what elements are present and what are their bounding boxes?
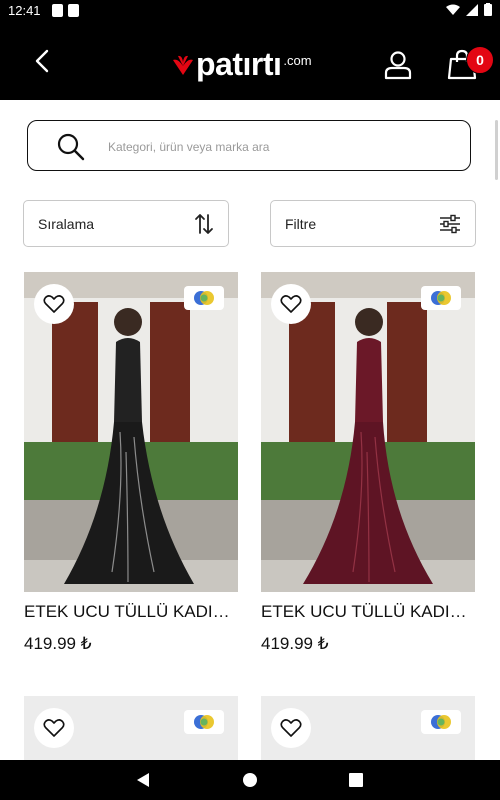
user-account-icon[interactable]: [384, 50, 412, 80]
logo-text: patırtı: [196, 46, 282, 82]
battery-icon: [484, 3, 492, 16]
back-arrow-icon[interactable]: [30, 48, 56, 74]
product-card[interactable]: ETEK UCU TÜLLÜ KADIN… 419.99 ₺: [24, 272, 238, 654]
logo-suffix: .com: [283, 53, 312, 68]
search-icon: [57, 133, 85, 161]
heart-icon: [43, 295, 65, 313]
sort-arrows-icon: [195, 213, 213, 234]
favorite-button[interactable]: [34, 284, 74, 324]
search-bar[interactable]: [27, 120, 471, 171]
heart-icon: [43, 719, 65, 737]
logo-mark-icon: [173, 55, 193, 75]
filter-button[interactable]: Filtre: [270, 200, 476, 247]
nav-home-icon[interactable]: [242, 772, 258, 788]
favorite-button[interactable]: [271, 708, 311, 748]
app-header: patırtı .com 0: [0, 22, 500, 100]
product-image[interactable]: [24, 696, 238, 760]
product-card[interactable]: [261, 696, 475, 760]
heart-icon: [280, 295, 302, 313]
status-time: 12:41: [8, 3, 41, 18]
heart-icon: [280, 719, 302, 737]
payment-badge: [184, 286, 224, 310]
product-price: 419.99 ₺: [24, 634, 92, 653]
scrollbar[interactable]: [495, 120, 498, 180]
payment-badge: [421, 710, 461, 734]
product-card[interactable]: ETEK UCU TÜLLÜ KADIN… 419.99 ₺: [261, 272, 475, 654]
payment-circles-icon: [431, 291, 451, 305]
product-image[interactable]: [261, 696, 475, 760]
signal-icon: [466, 3, 478, 16]
product-image[interactable]: [261, 272, 475, 592]
status-bar: 12:41: [0, 0, 500, 22]
patirti-logo[interactable]: patırtı .com: [172, 44, 312, 80]
payment-badge: [421, 286, 461, 310]
nav-back-icon[interactable]: [136, 772, 150, 788]
sort-label: Sıralama: [38, 215, 95, 232]
product-name[interactable]: ETEK UCU TÜLLÜ KADIN…: [261, 602, 475, 622]
sim-card-icon: [68, 4, 79, 17]
product-name[interactable]: ETEK UCU TÜLLÜ KADIN…: [24, 602, 238, 622]
favorite-button[interactable]: [271, 284, 311, 324]
product-image[interactable]: [24, 272, 238, 592]
payment-badge: [184, 710, 224, 734]
filter-sliders-icon: [440, 214, 460, 233]
notification-icon: [52, 4, 63, 17]
payment-circles-icon: [194, 715, 214, 729]
filter-label: Filtre: [285, 215, 317, 232]
system-nav-bar: [0, 760, 500, 800]
payment-circles-icon: [194, 291, 214, 305]
cart-count-badge: 0: [466, 46, 494, 74]
favorite-button[interactable]: [34, 708, 74, 748]
product-price: 419.99 ₺: [261, 634, 329, 653]
sort-button[interactable]: Sıralama: [23, 200, 229, 247]
nav-recents-icon[interactable]: [349, 773, 363, 787]
product-card[interactable]: [24, 696, 238, 760]
search-input[interactable]: [106, 131, 450, 163]
wifi-icon: [446, 4, 460, 15]
payment-circles-icon: [431, 715, 451, 729]
